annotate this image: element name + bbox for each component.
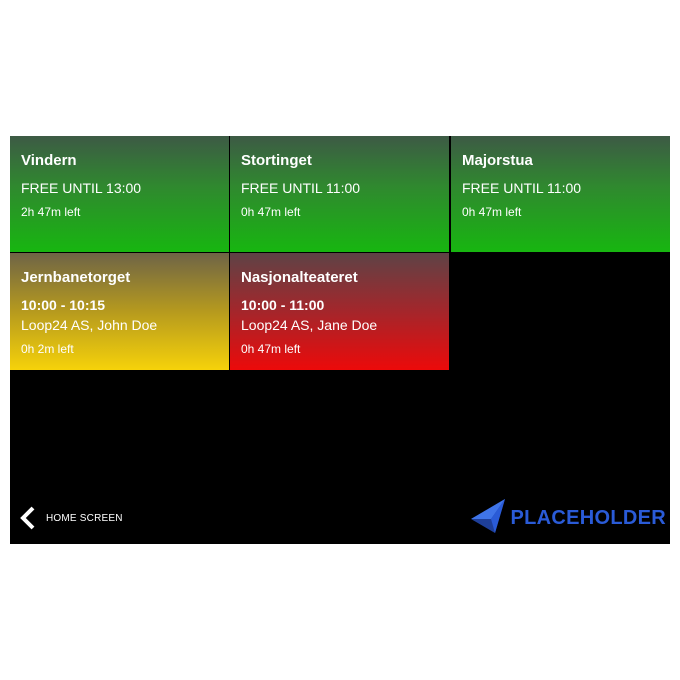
logo-text: PLACEHOLDER bbox=[510, 506, 666, 529]
room-status-text: FREE UNTIL 11:00 bbox=[462, 180, 582, 196]
time-left: 2h 47m left bbox=[21, 205, 81, 219]
room-name: Vindern bbox=[21, 152, 77, 169]
booking-time: 10:00 - 11:00 bbox=[241, 297, 325, 313]
room-name: Stortinget bbox=[241, 152, 312, 169]
time-left: 0h 47m left bbox=[241, 205, 301, 219]
time-left: 0h 47m left bbox=[241, 342, 301, 356]
home-screen-button[interactable]: HOME SCREEN bbox=[20, 504, 123, 532]
room-name: Jernbanetorget bbox=[21, 269, 131, 286]
room-name: Nasjonalteateret bbox=[241, 269, 358, 286]
chevron-left-icon bbox=[20, 506, 36, 530]
room-status-text: FREE UNTIL 13:00 bbox=[21, 180, 142, 196]
brand-logo: PLACEHOLDER bbox=[471, 498, 666, 538]
booking-time: 10:00 - 10:15 bbox=[21, 297, 106, 313]
room-name: Majorstua bbox=[462, 152, 533, 169]
logo-mark-icon bbox=[471, 497, 507, 540]
time-left: 0h 2m left bbox=[21, 342, 74, 356]
booking-organizer: Loop24 AS, John Doe bbox=[21, 317, 158, 333]
room-tile-nasjonalteateret[interactable]: Nasjonalteateret 10:00 - 11:00 Loop24 AS… bbox=[230, 253, 449, 370]
room-tile-jernbanetorget[interactable]: Jernbanetorget 10:00 - 10:15 Loop24 AS, … bbox=[10, 253, 229, 370]
home-screen-label: HOME SCREEN bbox=[46, 512, 123, 524]
booking-organizer: Loop24 AS, Jane Doe bbox=[241, 317, 378, 333]
time-left: 0h 47m left bbox=[462, 205, 522, 219]
room-grid: Vindern FREE UNTIL 13:00 2h 47m left Sto… bbox=[10, 136, 670, 370]
room-overview-screen: Vindern FREE UNTIL 13:00 2h 47m left Sto… bbox=[10, 136, 670, 544]
room-tile-majorstua[interactable]: Majorstua FREE UNTIL 11:00 0h 47m left bbox=[451, 136, 670, 252]
room-tile-vindern[interactable]: Vindern FREE UNTIL 13:00 2h 47m left bbox=[10, 136, 229, 252]
room-status-text: FREE UNTIL 11:00 bbox=[241, 180, 361, 196]
room-tile-stortinget[interactable]: Stortinget FREE UNTIL 11:00 0h 47m left bbox=[230, 136, 449, 252]
